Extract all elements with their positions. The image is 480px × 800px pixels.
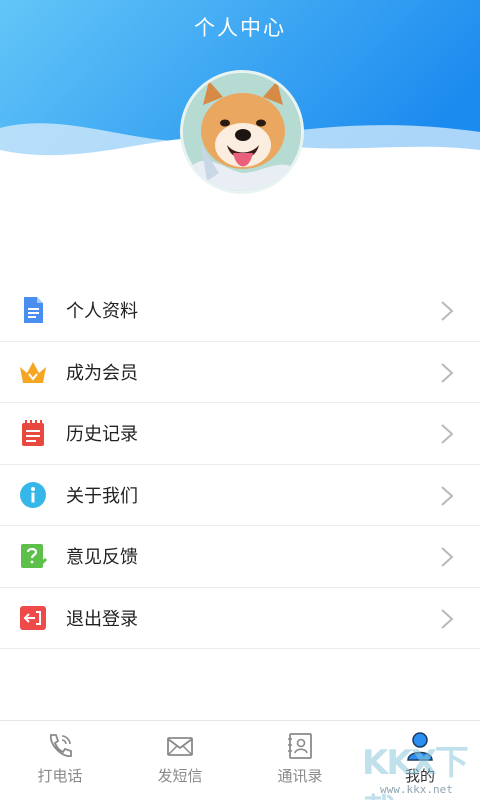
chevron-right-icon bbox=[441, 424, 454, 444]
logout-icon bbox=[20, 605, 46, 630]
chevron-right-icon bbox=[441, 301, 454, 321]
menu-item-label: 成为会员 bbox=[66, 362, 138, 384]
menu-item-logout[interactable]: 退出登录 bbox=[0, 588, 480, 649]
envelope-icon bbox=[167, 737, 193, 756]
menu-item-label: 历史记录 bbox=[66, 424, 138, 446]
tab-sms[interactable]: 发短信 bbox=[120, 721, 240, 800]
tab-label: 通讯录 bbox=[277, 767, 323, 785]
phone-icon bbox=[50, 734, 72, 757]
avatar[interactable] bbox=[180, 70, 304, 194]
tab-label: 我的 bbox=[404, 767, 435, 785]
page-title: 个人中心 bbox=[194, 16, 286, 40]
menu-item-profile[interactable]: 个人资料 bbox=[0, 280, 480, 342]
user-icon bbox=[407, 732, 433, 761]
shiba-dog-avatar-icon bbox=[183, 73, 301, 191]
menu-item-history[interactable]: 历史记录 bbox=[0, 403, 480, 465]
chevron-right-icon bbox=[441, 608, 454, 629]
menu-item-label: 退出登录 bbox=[66, 608, 138, 630]
tab-label: 发短信 bbox=[157, 767, 203, 785]
menu-item-feedback[interactable]: 意见反馈 bbox=[0, 526, 480, 588]
menu-item-label: 个人资料 bbox=[66, 301, 138, 323]
crown-icon bbox=[20, 361, 46, 383]
menu-list: 个人资料 成为会员 历史记录 关于我们 意见反馈 退出登录 bbox=[0, 280, 480, 649]
chevron-right-icon bbox=[441, 362, 454, 383]
bottom-tab-bar: 打电话 发短信 通讯录 我的 bbox=[0, 720, 480, 800]
contacts-book-icon bbox=[288, 733, 312, 759]
tab-contacts[interactable]: 通讯录 bbox=[240, 721, 360, 800]
chevron-right-icon bbox=[441, 547, 454, 567]
tab-mine[interactable]: 我的 bbox=[360, 721, 480, 800]
chevron-right-icon bbox=[441, 485, 454, 506]
tab-call[interactable]: 打电话 bbox=[0, 721, 120, 800]
menu-item-membership[interactable]: 成为会员 bbox=[0, 342, 480, 403]
feedback-question-icon bbox=[21, 544, 48, 569]
menu-item-label: 关于我们 bbox=[66, 485, 138, 507]
profile-document-icon bbox=[24, 297, 43, 323]
history-notepad-icon bbox=[22, 420, 44, 446]
tab-label: 打电话 bbox=[37, 767, 83, 785]
menu-item-label: 意见反馈 bbox=[66, 547, 138, 569]
menu-item-about[interactable]: 关于我们 bbox=[0, 465, 480, 526]
info-icon bbox=[20, 481, 46, 508]
